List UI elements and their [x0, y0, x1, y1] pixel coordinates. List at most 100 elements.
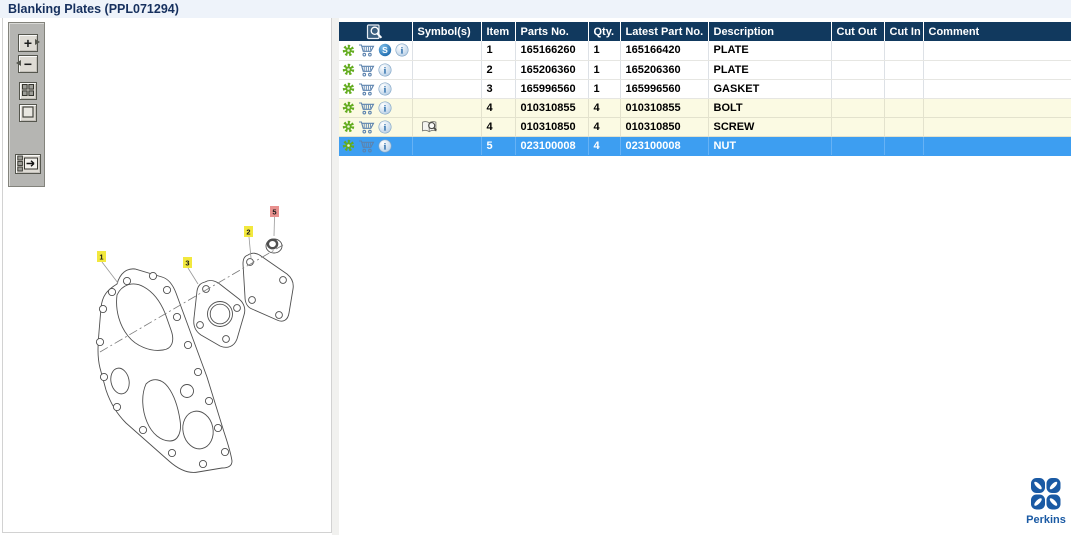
svg-text:2: 2 [246, 228, 250, 237]
cell-qty[interactable]: 1 [588, 41, 621, 61]
cell-parts_no[interactable]: 010310850 [515, 117, 589, 137]
cart-icon[interactable] [358, 63, 375, 77]
cell-latest_part_no[interactable]: 023100008 [620, 136, 709, 156]
svg-text:3: 3 [185, 259, 189, 268]
table-row-1[interactable]: Si 1 165166260 1 165166420 PLATE [339, 41, 1071, 61]
cell-qty[interactable]: 4 [588, 136, 621, 156]
gear-icon[interactable] [342, 101, 355, 114]
cell-description[interactable]: PLATE [708, 41, 832, 61]
cell-comment[interactable] [923, 117, 1071, 137]
info-icon[interactable]: i [378, 139, 392, 153]
gear-icon[interactable] [342, 63, 355, 76]
cart-icon[interactable] [358, 43, 375, 57]
zoom-in-button[interactable]: + [18, 34, 40, 52]
cell-cut_in[interactable] [884, 136, 924, 156]
cell-qty[interactable]: 4 [588, 98, 621, 118]
cell-symbol [412, 41, 482, 61]
table-row-6[interactable]: i 5 023100008 4 023100008 NUT [339, 136, 1071, 156]
cell-item[interactable]: 4 [481, 117, 516, 137]
cell-item[interactable]: 3 [481, 79, 516, 99]
move-panel-button[interactable] [15, 154, 41, 174]
cell-comment[interactable] [923, 98, 1071, 118]
cell-parts_no[interactable]: 023100008 [515, 136, 589, 156]
zoom-out-button[interactable]: − [16, 55, 38, 73]
svg-text:5: 5 [272, 208, 276, 217]
perkins-logo-mark: Perkins [1026, 478, 1066, 526]
cell-cut_out[interactable] [831, 117, 885, 137]
info-icon[interactable]: i [378, 101, 392, 115]
cell-item[interactable]: 1 [481, 41, 516, 61]
diagram-part-nut[interactable] [265, 238, 283, 254]
gear-icon[interactable] [342, 139, 355, 152]
book-magnifier-icon[interactable] [421, 120, 439, 134]
column-header-symbol: Symbol(s) [412, 22, 482, 41]
cell-comment[interactable] [923, 79, 1071, 99]
cell-latest_part_no[interactable]: 165206360 [620, 60, 709, 80]
cell-symbol [412, 98, 482, 118]
cell-description[interactable]: BOLT [708, 98, 832, 118]
cell-cut_in[interactable] [884, 41, 924, 61]
column-header-cut_in: Cut In [884, 22, 924, 41]
cell-description[interactable]: GASKET [708, 79, 832, 99]
cell-qty[interactable]: 1 [588, 79, 621, 99]
cell-qty[interactable]: 4 [588, 117, 621, 137]
cell-latest_part_no[interactable]: 010310855 [620, 98, 709, 118]
cell-cut_in[interactable] [884, 79, 924, 99]
table-row-3[interactable]: i 3 165996560 1 165996560 GASKET [339, 79, 1071, 99]
cell-actions: i [339, 136, 413, 156]
info-icon[interactable]: i [378, 120, 392, 134]
cart-icon[interactable] [358, 82, 375, 96]
cell-item[interactable]: 2 [481, 60, 516, 80]
cell-comment[interactable] [923, 41, 1071, 61]
cell-symbol [412, 60, 482, 80]
cell-cut_out[interactable] [831, 60, 885, 80]
table-row-5[interactable]: i 4 010310850 4 010310850 SCREW [339, 117, 1071, 137]
cell-description[interactable]: PLATE [708, 60, 832, 80]
part-label-5-selected[interactable]: 5 [270, 206, 279, 217]
table-row-2[interactable]: i 2 165206360 1 165206360 PLATE [339, 60, 1071, 80]
gear-icon[interactable] [342, 44, 355, 57]
cell-cut_out[interactable] [831, 136, 885, 156]
part-label-1[interactable]: 1 [97, 251, 106, 262]
cart-icon[interactable] [358, 139, 375, 153]
cell-parts_no[interactable]: 165206360 [515, 60, 589, 80]
cell-comment[interactable] [923, 136, 1071, 156]
cell-cut_in[interactable] [884, 60, 924, 80]
cell-latest_part_no[interactable]: 165996560 [620, 79, 709, 99]
cart-icon[interactable] [358, 101, 375, 115]
grid-icon [22, 84, 34, 98]
cell-item[interactable]: 5 [481, 136, 516, 156]
cell-description[interactable]: SCREW [708, 117, 832, 137]
column-header-item: Item [481, 22, 516, 41]
title-bar: Blanking Plates (PPL071294) [0, 0, 1071, 18]
cell-cut_out[interactable] [831, 79, 885, 99]
cell-cut_out[interactable] [831, 41, 885, 61]
cell-parts_no[interactable]: 010310855 [515, 98, 589, 118]
part-label-3[interactable]: 3 [183, 257, 192, 268]
cell-parts_no[interactable]: 165996560 [515, 79, 589, 99]
part-label-2[interactable]: 2 [244, 226, 253, 237]
column-header-comment: Comment [923, 22, 1071, 41]
cell-description[interactable]: NUT [708, 136, 832, 156]
cell-cut_in[interactable] [884, 117, 924, 137]
cell-parts_no[interactable]: 165166260 [515, 41, 589, 61]
cell-cut_in[interactable] [884, 98, 924, 118]
cell-comment[interactable] [923, 60, 1071, 80]
cell-latest_part_no[interactable]: 165166420 [620, 41, 709, 61]
column-header-latest_part_no: Latest Part No. [620, 22, 709, 41]
thumbnail-view-button[interactable] [19, 82, 37, 100]
gear-icon[interactable] [342, 120, 355, 133]
table-row-4[interactable]: i 4 010310855 4 010310855 BOLT [339, 98, 1071, 118]
cell-latest_part_no[interactable]: 010310850 [620, 117, 709, 137]
cart-icon[interactable] [358, 120, 375, 134]
single-view-button[interactable] [19, 104, 37, 122]
cell-item[interactable]: 4 [481, 98, 516, 118]
s-icon[interactable]: S [378, 43, 392, 57]
cell-symbol [412, 136, 482, 156]
gear-icon[interactable] [342, 82, 355, 95]
cell-cut_out[interactable] [831, 98, 885, 118]
info-icon[interactable]: i [378, 82, 392, 96]
info-icon[interactable]: i [395, 43, 409, 57]
cell-qty[interactable]: 1 [588, 60, 621, 80]
info-icon[interactable]: i [378, 63, 392, 77]
